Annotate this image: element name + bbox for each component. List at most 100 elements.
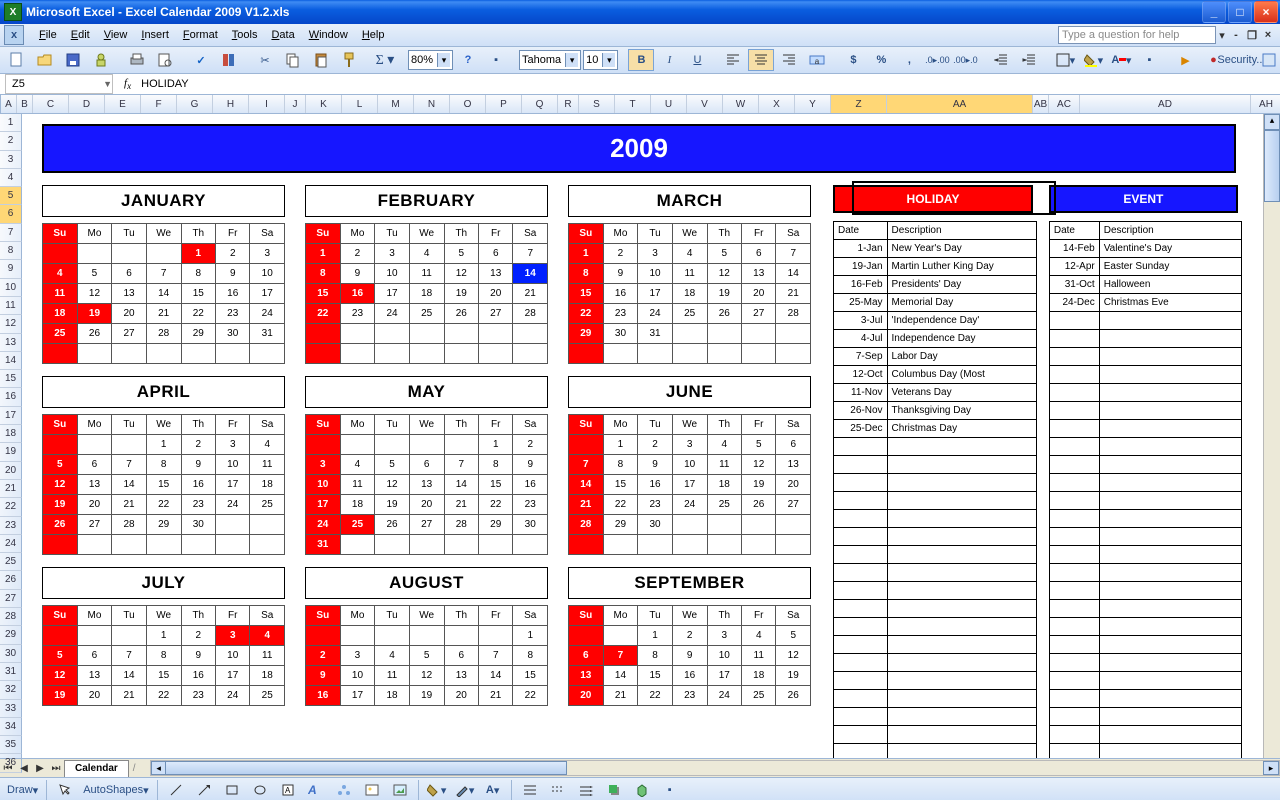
day-cell[interactable]: 5 — [444, 244, 478, 264]
day-cell[interactable]: 19 — [375, 495, 409, 515]
list-date-cell[interactable] — [834, 456, 888, 474]
day-cell[interactable]: 8 — [569, 264, 604, 284]
day-cell[interactable]: 11 — [250, 455, 285, 475]
day-cell[interactable]: 28 — [444, 515, 478, 535]
help-search-input[interactable]: Type a question for help — [1058, 26, 1216, 44]
day-cell[interactable]: 14 — [444, 475, 478, 495]
day-cell[interactable] — [742, 535, 776, 555]
day-cell[interactable]: 24 — [672, 495, 707, 515]
day-cell[interactable]: 9 — [513, 455, 548, 475]
menu-tools[interactable]: Tools — [225, 27, 265, 43]
day-cell[interactable]: 12 — [77, 284, 112, 304]
list-desc-cell[interactable] — [887, 528, 1036, 546]
day-cell[interactable]: 11 — [409, 264, 444, 284]
day-cell[interactable] — [112, 626, 146, 646]
list-desc-cell[interactable]: Halloween — [1099, 276, 1241, 294]
day-cell[interactable]: 18 — [250, 475, 285, 495]
day-cell[interactable] — [340, 344, 375, 364]
col-header-E[interactable]: E — [105, 95, 141, 113]
day-cell[interactable]: 21 — [112, 495, 146, 515]
doc-restore-button[interactable]: ❐ — [1244, 29, 1260, 42]
menu-format[interactable]: Format — [176, 27, 225, 43]
list-desc-cell[interactable] — [1099, 528, 1241, 546]
list-desc-cell[interactable] — [1099, 438, 1241, 456]
day-cell[interactable]: 18 — [340, 495, 375, 515]
day-cell[interactable]: 8 — [146, 455, 181, 475]
day-cell[interactable] — [375, 324, 409, 344]
col-header-F[interactable]: F — [141, 95, 177, 113]
list-date-cell[interactable]: 1-Jan — [834, 240, 888, 258]
list-date-cell[interactable] — [834, 672, 888, 690]
row-header-35[interactable]: 35 — [0, 736, 22, 754]
percent-button[interactable]: % — [868, 49, 894, 71]
day-cell[interactable]: 11 — [707, 455, 741, 475]
day-cell[interactable]: 26 — [776, 686, 811, 706]
list-desc-cell[interactable]: Presidents' Day — [887, 276, 1036, 294]
day-cell[interactable]: 6 — [742, 244, 776, 264]
day-cell[interactable]: 9 — [340, 264, 375, 284]
font-size-combo[interactable]: 10▾ — [583, 50, 618, 70]
list-date-cell[interactable] — [1049, 564, 1099, 582]
day-cell[interactable]: 10 — [250, 264, 285, 284]
col-header-X[interactable]: X — [759, 95, 795, 113]
list-desc-cell[interactable] — [1099, 744, 1241, 759]
day-cell[interactable]: 18 — [707, 475, 741, 495]
day-cell[interactable]: 12 — [409, 666, 444, 686]
day-cell[interactable]: 31 — [306, 535, 341, 555]
toolbar-options-icon[interactable]: ▪ — [483, 49, 509, 71]
format-painter-button[interactable] — [336, 49, 362, 71]
day-cell[interactable]: 1 — [638, 626, 672, 646]
fill-color-draw-button[interactable]: ▾ — [424, 779, 450, 800]
day-cell[interactable] — [43, 435, 78, 455]
day-cell[interactable] — [306, 344, 341, 364]
day-cell[interactable]: 10 — [216, 455, 250, 475]
list-date-cell[interactable] — [834, 546, 888, 564]
day-cell[interactable]: 31 — [638, 324, 672, 344]
list-date-cell[interactable]: 11-Nov — [834, 384, 888, 402]
arrow-button[interactable] — [191, 779, 217, 800]
day-cell[interactable]: 1 — [479, 435, 513, 455]
day-cell[interactable]: 20 — [77, 495, 112, 515]
toolbar-options-icon[interactable]: ▪ — [657, 779, 683, 800]
day-cell[interactable]: 16 — [513, 475, 548, 495]
col-header-N[interactable]: N — [414, 95, 450, 113]
day-cell[interactable]: 20 — [742, 284, 776, 304]
day-cell[interactable]: 29 — [146, 515, 181, 535]
day-cell[interactable]: 19 — [444, 284, 478, 304]
day-cell[interactable]: 7 — [776, 244, 811, 264]
day-cell[interactable] — [112, 435, 146, 455]
day-cell[interactable] — [112, 244, 146, 264]
row-header-16[interactable]: 16 — [0, 388, 22, 406]
excel-doc-icon[interactable]: x — [4, 25, 24, 45]
day-cell[interactable] — [672, 344, 707, 364]
day-cell[interactable]: 2 — [340, 244, 375, 264]
day-cell[interactable]: 9 — [672, 646, 707, 666]
day-cell[interactable]: 13 — [77, 475, 112, 495]
list-date-cell[interactable] — [1049, 456, 1099, 474]
day-cell[interactable]: 15 — [181, 284, 215, 304]
day-cell[interactable]: 25 — [409, 304, 444, 324]
list-date-cell[interactable] — [834, 582, 888, 600]
day-cell[interactable]: 29 — [569, 324, 604, 344]
day-cell[interactable]: 31 — [250, 324, 285, 344]
list-date-cell[interactable] — [1049, 582, 1099, 600]
day-cell[interactable]: 4 — [375, 646, 409, 666]
row-header-19[interactable]: 19 — [0, 443, 22, 461]
day-cell[interactable]: 23 — [638, 495, 672, 515]
list-date-cell[interactable] — [834, 708, 888, 726]
row-header-29[interactable]: 29 — [0, 626, 22, 644]
day-cell[interactable] — [112, 344, 146, 364]
menu-file[interactable]: File — [32, 27, 64, 43]
col-header-K[interactable]: K — [306, 95, 342, 113]
day-cell[interactable]: 29 — [181, 324, 215, 344]
day-cell[interactable]: 5 — [742, 435, 776, 455]
day-cell[interactable]: 30 — [603, 324, 638, 344]
day-cell[interactable]: 20 — [776, 475, 811, 495]
day-cell[interactable] — [43, 244, 78, 264]
day-cell[interactable] — [513, 324, 548, 344]
day-cell[interactable]: 28 — [112, 515, 146, 535]
day-cell[interactable]: 18 — [742, 666, 776, 686]
day-cell[interactable]: 13 — [776, 455, 811, 475]
list-desc-cell[interactable] — [1099, 600, 1241, 618]
day-cell[interactable]: 14 — [776, 264, 811, 284]
